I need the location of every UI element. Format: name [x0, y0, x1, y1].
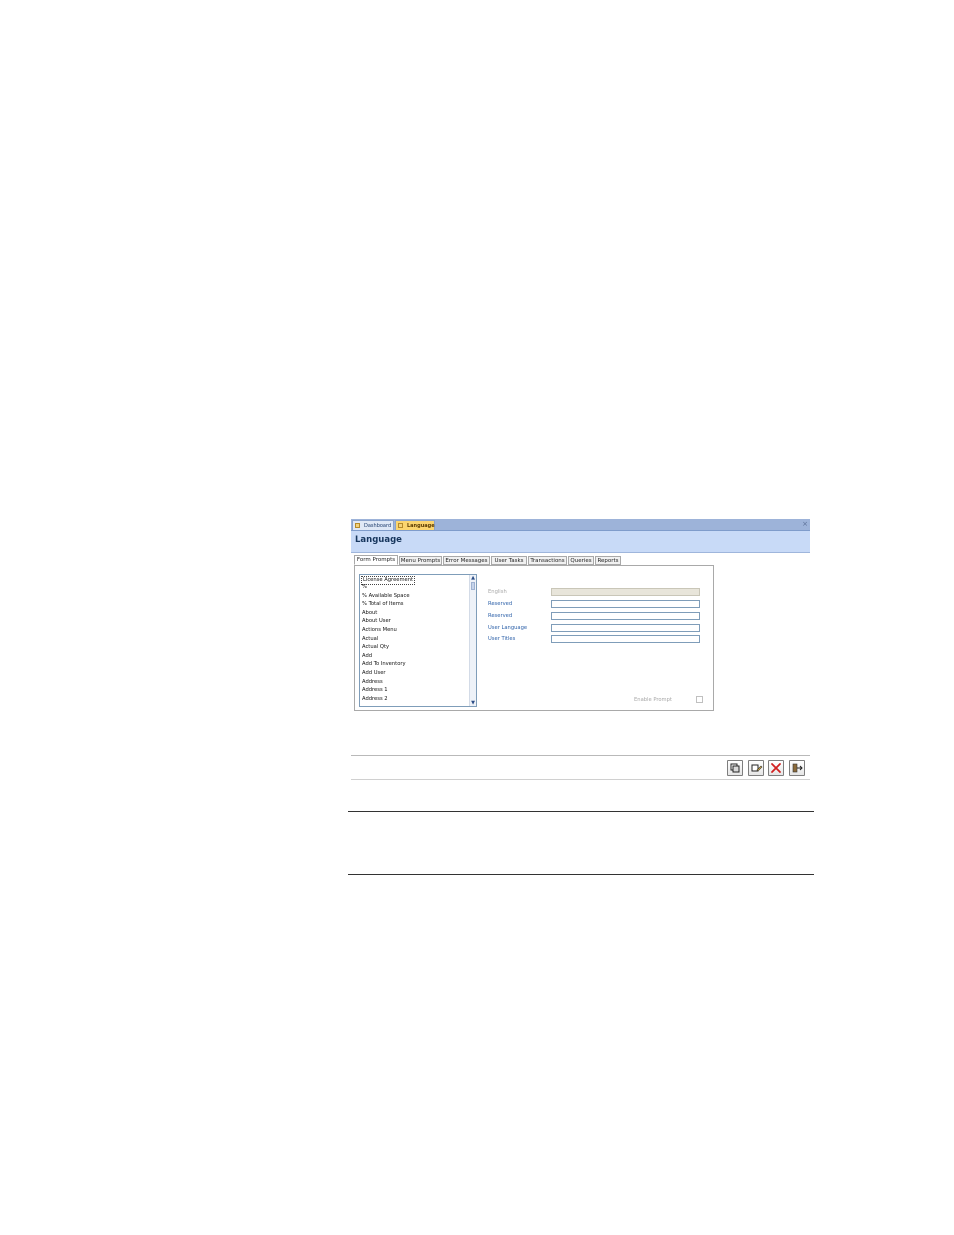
form-icon: [355, 523, 360, 528]
title-bar: Language: [351, 531, 810, 553]
list-item[interactable]: License Agreement: [361, 576, 416, 585]
list-item[interactable]: Actual: [362, 635, 378, 643]
action-toolbar: [351, 755, 810, 780]
prompt-listbox[interactable]: License Agreement % % Available Space % …: [359, 574, 477, 707]
copy-button[interactable]: [727, 760, 743, 776]
edit-button[interactable]: [748, 760, 764, 776]
list-item[interactable]: About User: [362, 617, 391, 625]
tab-queries[interactable]: Queries: [568, 556, 594, 565]
tab-user-tasks[interactable]: User Tasks: [491, 556, 527, 565]
copy-icon: [730, 763, 740, 773]
list-item[interactable]: % Available Space: [362, 592, 410, 600]
divider: [348, 811, 814, 812]
list-item[interactable]: Add: [362, 652, 372, 660]
list-item[interactable]: Address 2: [362, 695, 388, 703]
tab-language[interactable]: Language: [395, 520, 435, 530]
exit-button[interactable]: [789, 760, 805, 776]
delete-icon: [771, 763, 781, 773]
chevron-down-icon[interactable]: ▼: [470, 700, 476, 706]
list-item[interactable]: Actions Menu: [362, 626, 397, 634]
tab-transactions[interactable]: Transactions: [528, 556, 567, 565]
list-item[interactable]: % Total of Items: [362, 600, 404, 608]
tab-reports[interactable]: Reports: [595, 556, 621, 565]
language-window: Dashboard Language × Language License Ag…: [351, 519, 810, 780]
user-titles-field[interactable]: [551, 635, 700, 643]
reserved-label-2: Reserved: [488, 613, 513, 619]
document-tab-strip: Dashboard Language ×: [351, 519, 810, 531]
tab-language-label: Language: [407, 523, 435, 529]
english-field: [551, 588, 700, 596]
enable-prompt-label: Enable Prompt: [634, 697, 672, 703]
list-item[interactable]: Address 1: [362, 686, 388, 694]
form-prompts-panel: License Agreement % % Available Space % …: [354, 565, 714, 711]
reserved-field-1[interactable]: [551, 600, 700, 608]
reserved-label-1: Reserved: [488, 601, 513, 607]
list-item[interactable]: Add User: [362, 669, 386, 677]
tab-form-prompts[interactable]: Form Prompts: [354, 555, 398, 565]
list-item[interactable]: About: [362, 609, 377, 617]
tab-error-messages[interactable]: Error Messages: [443, 556, 490, 565]
delete-button[interactable]: [768, 760, 784, 776]
chevron-up-icon[interactable]: ▲: [470, 575, 476, 581]
list-item[interactable]: Actual Qty: [362, 643, 389, 651]
tab-menu-prompts[interactable]: Menu Prompts: [399, 556, 442, 565]
scroll-thumb[interactable]: [471, 582, 475, 590]
divider: [348, 874, 814, 875]
page-title: Language: [355, 535, 402, 545]
list-item[interactable]: Add To Inventory: [362, 660, 406, 668]
edit-icon: [751, 764, 763, 772]
enable-prompt-checkbox[interactable]: [696, 696, 703, 703]
list-item[interactable]: Address: [362, 678, 383, 686]
tab-dashboard[interactable]: Dashboard: [352, 520, 394, 530]
list-item[interactable]: %: [362, 583, 367, 591]
list-scrollbar[interactable]: ▲ ▼: [469, 575, 476, 706]
exit-icon: [792, 763, 803, 773]
tab-dashboard-label: Dashboard: [364, 523, 392, 529]
close-icon[interactable]: ×: [802, 519, 808, 529]
reserved-field-2[interactable]: [551, 612, 700, 620]
user-language-label: User Language: [488, 625, 528, 631]
english-label: English: [488, 589, 507, 595]
user-language-field[interactable]: [551, 624, 700, 632]
form-icon: [398, 523, 403, 528]
user-titles-label: User Titles: [488, 636, 516, 642]
